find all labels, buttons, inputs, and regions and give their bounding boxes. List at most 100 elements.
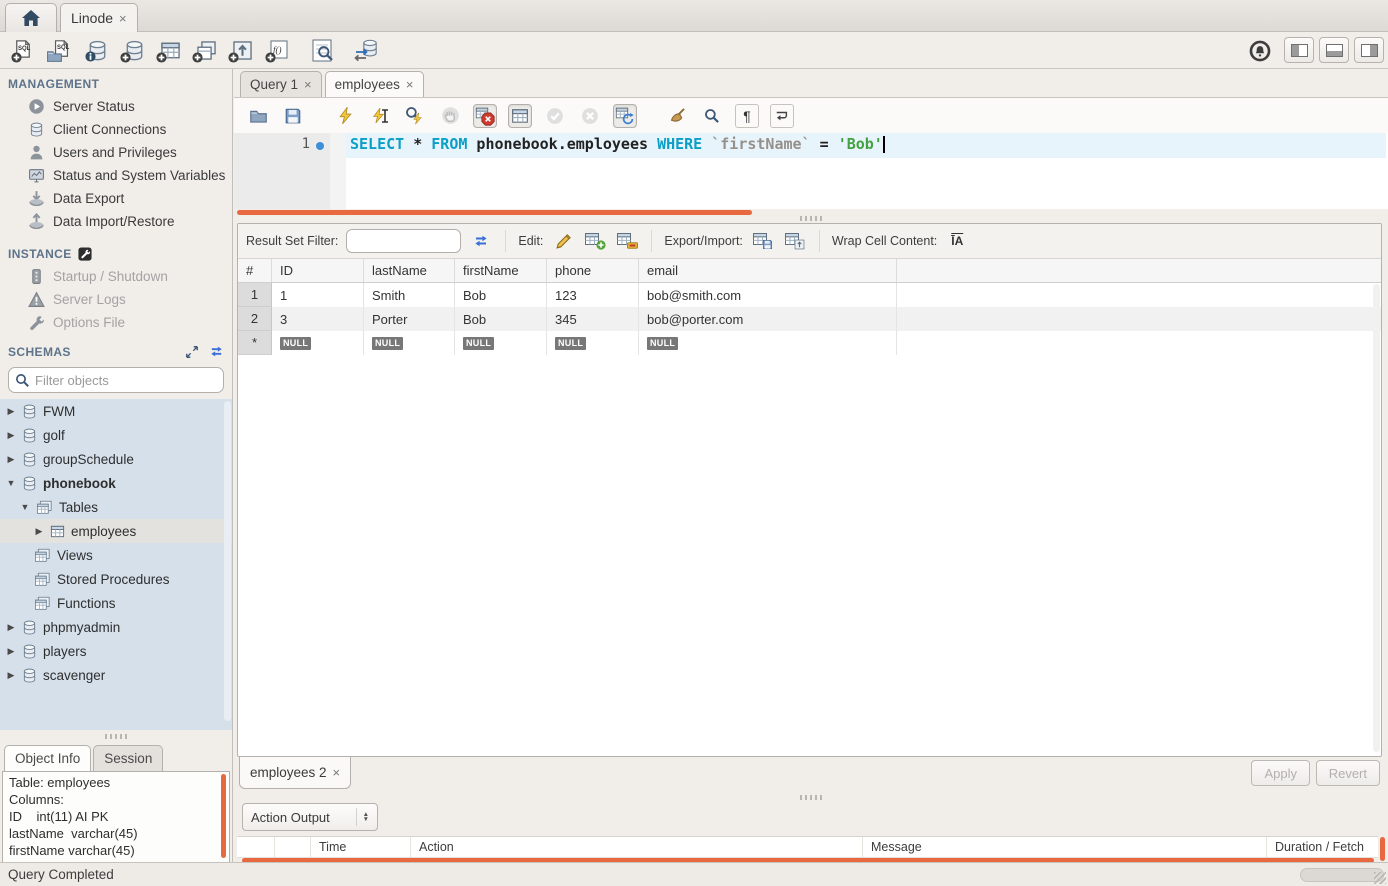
close-tab-icon[interactable]: × xyxy=(119,12,127,25)
execute-query-icon[interactable] xyxy=(333,104,357,128)
tab-result-employees-2[interactable]: employees 2 × xyxy=(239,757,351,789)
tree-node-employees[interactable]: ▶ employees xyxy=(0,519,232,543)
schema-inspector-button[interactable] xyxy=(82,37,109,64)
apply-button[interactable]: Apply xyxy=(1251,760,1310,786)
cell-firstname[interactable]: NULL xyxy=(455,331,547,355)
cell-firstname[interactable]: Bob xyxy=(455,283,547,307)
cell-email[interactable]: bob@porter.com xyxy=(639,307,897,331)
tree-node-phonebook[interactable]: ▼ phonebook xyxy=(0,471,232,495)
column-header-email[interactable]: email xyxy=(639,259,897,282)
home-tab[interactable] xyxy=(5,3,57,32)
expand-schemas-icon[interactable] xyxy=(185,345,199,359)
wrap-text-icon[interactable] xyxy=(770,104,794,128)
export-results-icon[interactable] xyxy=(751,229,775,253)
sidebar-item-client-connections[interactable]: Client Connections xyxy=(0,118,232,141)
refresh-schemas-icon[interactable] xyxy=(209,344,224,359)
sidebar-item-options-file[interactable]: Options File xyxy=(0,311,232,334)
tree-node-groupschedule[interactable]: ▶ groupSchedule xyxy=(0,447,232,471)
sidebar-splitter[interactable] xyxy=(0,730,232,743)
tree-node-phpmyadmin[interactable]: ▶ phpmyadmin xyxy=(0,615,232,639)
find-icon[interactable] xyxy=(700,104,724,128)
sidebar-item-users-privileges[interactable]: Users and Privileges xyxy=(0,141,232,164)
rollback-icon[interactable] xyxy=(578,104,602,128)
result-grid-vertical-scrollbar[interactable] xyxy=(1373,284,1380,752)
sql-code-area[interactable]: 1 SELECT * FROM phonebook.employees WHER… xyxy=(234,133,1388,209)
schema-filter-input[interactable] xyxy=(35,373,217,388)
sidebar-item-server-status[interactable]: Server Status xyxy=(0,95,232,118)
tree-vertical-scrollbar[interactable] xyxy=(224,401,231,721)
explain-plan-icon[interactable] xyxy=(403,104,427,128)
object-info-scrollbar[interactable] xyxy=(221,774,226,858)
column-header-lastname[interactable]: lastName xyxy=(364,259,455,282)
output-column-time[interactable]: Time xyxy=(311,837,411,857)
open-sql-script-button[interactable]: SQL xyxy=(44,37,71,64)
tab-session[interactable]: Session xyxy=(93,745,163,771)
add-row-icon[interactable] xyxy=(583,229,607,253)
window-resize-grip[interactable] xyxy=(1374,872,1386,884)
wrap-cell-content-icon[interactable]: ĪA xyxy=(945,229,969,253)
expander-icon[interactable]: ▶ xyxy=(34,526,44,537)
sidebar-item-data-export[interactable]: Data Export xyxy=(0,187,232,210)
output-column-action[interactable]: Action xyxy=(411,837,863,857)
table-row-new[interactable]: * NULL NULL NULL NULL NULL xyxy=(238,331,1381,355)
output-column-message[interactable]: Message xyxy=(863,837,1267,857)
cell-firstname[interactable]: Bob xyxy=(455,307,547,331)
create-table-button[interactable] xyxy=(154,37,181,64)
create-view-button[interactable] xyxy=(190,37,217,64)
column-header-firstname[interactable]: firstName xyxy=(455,259,547,282)
open-file-icon[interactable] xyxy=(246,104,270,128)
expander-icon[interactable]: ▶ xyxy=(6,622,16,633)
toggle-bottom-panel-button[interactable] xyxy=(1319,37,1349,63)
result-set-filter-input[interactable] xyxy=(346,229,461,253)
sidebar-item-data-import[interactable]: Data Import/Restore xyxy=(0,210,232,233)
cell-phone[interactable]: 345 xyxy=(547,307,639,331)
connection-tab-linode[interactable]: Linode × xyxy=(60,3,138,32)
toggle-right-sidebar-button[interactable] xyxy=(1354,37,1384,63)
table-row[interactable]: 1 1 Smith Bob 123 bob@smith.com xyxy=(238,283,1381,307)
expander-icon[interactable]: ▶ xyxy=(6,430,16,441)
notifications-icon[interactable] xyxy=(1246,37,1273,64)
commit-icon[interactable] xyxy=(543,104,567,128)
cell-phone[interactable]: NULL xyxy=(547,331,639,355)
tree-node-fwm[interactable]: ▶ FWM xyxy=(0,399,232,423)
column-header-id[interactable]: ID xyxy=(272,259,364,282)
cell-lastname[interactable]: Porter xyxy=(364,307,455,331)
tree-node-tables[interactable]: ▼ Tables xyxy=(0,495,232,519)
tab-employees[interactable]: employees × xyxy=(325,71,424,97)
tree-node-stored-procedures[interactable]: Stored Procedures xyxy=(0,567,232,591)
close-tab-icon[interactable]: × xyxy=(406,78,414,91)
autocommit-toggle[interactable] xyxy=(613,104,637,128)
expander-icon[interactable]: ▼ xyxy=(20,502,30,512)
cell-id[interactable]: 1 xyxy=(272,283,364,307)
output-splitter[interactable] xyxy=(234,793,1388,802)
expander-icon[interactable]: ▶ xyxy=(6,454,16,465)
sidebar-item-system-variables[interactable]: Status and System Variables xyxy=(0,164,232,187)
new-query-tab-button[interactable]: SQL xyxy=(8,37,35,64)
cell-lastname[interactable]: Smith xyxy=(364,283,455,307)
edit-record-icon[interactable] xyxy=(551,229,575,253)
statusbar-scrollbar-thumb[interactable] xyxy=(1300,868,1384,882)
action-output-selector[interactable]: Action Output ▲▼ xyxy=(242,803,378,831)
execute-current-statement-icon[interactable] xyxy=(368,104,392,128)
column-header-phone[interactable]: phone xyxy=(547,259,639,282)
filter-search-icon[interactable] xyxy=(15,373,30,388)
database-sync-button[interactable] xyxy=(352,37,379,64)
stop-query-icon[interactable] xyxy=(438,104,462,128)
tree-node-golf[interactable]: ▶ golf xyxy=(0,423,232,447)
create-schema-button[interactable] xyxy=(118,37,145,64)
expander-icon[interactable]: ▶ xyxy=(6,670,16,681)
output-vertical-scrollbar[interactable] xyxy=(1380,837,1385,861)
expander-icon[interactable]: ▶ xyxy=(6,646,16,657)
search-table-data-button[interactable] xyxy=(308,37,335,64)
close-tab-icon[interactable]: × xyxy=(333,766,341,779)
refresh-results-icon[interactable] xyxy=(469,229,493,253)
tab-query-1[interactable]: Query 1 × xyxy=(240,71,322,97)
output-column-duration[interactable]: Duration / Fetch xyxy=(1267,837,1378,857)
limit-rows-toggle[interactable] xyxy=(508,104,532,128)
expander-icon[interactable]: ▶ xyxy=(6,406,16,417)
cell-id[interactable]: NULL xyxy=(272,331,364,355)
cell-email[interactable]: NULL xyxy=(639,331,897,355)
cell-email[interactable]: bob@smith.com xyxy=(639,283,897,307)
table-row[interactable]: 2 3 Porter Bob 345 bob@porter.com xyxy=(238,307,1381,331)
cell-lastname[interactable]: NULL xyxy=(364,331,455,355)
